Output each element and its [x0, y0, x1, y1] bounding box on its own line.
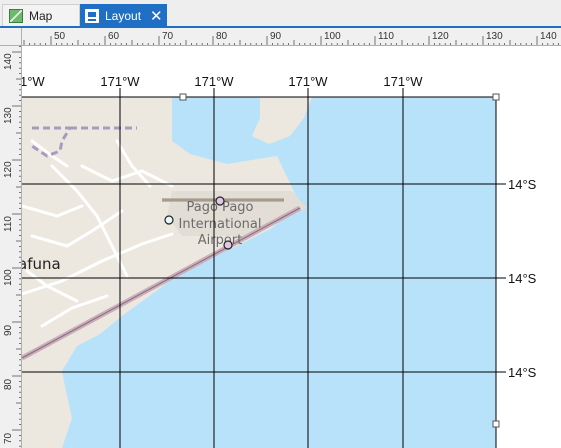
runway-point-marker[interactable]: [223, 240, 233, 250]
horizontal-ruler-label: 130: [486, 31, 503, 42]
vertical-ruler-label: 100: [3, 269, 14, 286]
graticule-right-label-1: 14°S: [508, 271, 537, 286]
horizontal-ruler-label: 80: [216, 31, 228, 42]
vertical-ruler-label: 70: [3, 432, 14, 444]
terminal-point-marker[interactable]: [164, 215, 174, 225]
town-label: afuna: [22, 255, 61, 273]
graticule-top-label-3: 171°W: [288, 74, 328, 89]
layout-tab-icon: [85, 9, 99, 23]
graticule-top-label-1: 171°W: [100, 74, 140, 89]
horizontal-ruler-label: 110: [378, 31, 394, 42]
graticule-top-label-4: 171°W: [383, 74, 423, 89]
tab-layout-label: Layout: [105, 9, 142, 23]
vertical-ruler-label: 140: [3, 53, 14, 70]
horizontal-ruler[interactable]: 50 60 70 80 90 100 110 120 130 140: [22, 28, 561, 46]
selection-handle-top-right[interactable]: [492, 93, 500, 101]
airport-label-line2: International: [179, 217, 262, 232]
tab-map-label: Map: [29, 8, 53, 23]
graticule-right-label-0: 14°S: [508, 177, 537, 192]
horizontal-ruler-label: 140: [540, 31, 557, 42]
document-tab-bar: Map Layout ✕: [0, 0, 561, 28]
layout-page-canvas[interactable]: Pago Pago International Airport afuna 1°…: [22, 46, 561, 448]
selection-handle-bottom-right[interactable]: [492, 420, 500, 428]
vertical-ruler-label: 110: [3, 216, 14, 232]
horizontal-ruler-label: 90: [270, 31, 282, 42]
map-frame[interactable]: Pago Pago International Airport afuna 1°…: [22, 46, 561, 448]
map-tab-icon: [9, 8, 23, 23]
vertical-ruler-label: 90: [3, 324, 14, 336]
vertical-ruler[interactable]: 140 130 120 110 100 90 80 70: [0, 46, 22, 448]
vertical-ruler-label: 120: [3, 161, 14, 178]
airport-point-marker[interactable]: [215, 196, 225, 206]
horizontal-ruler-label: 60: [108, 31, 120, 42]
graticule-top-label-2: 171°W: [194, 74, 234, 89]
horizontal-ruler-label: 70: [162, 31, 174, 42]
graticule-top-label-0: 1°W: [22, 74, 45, 89]
graticule-right-label-2: 14°S: [508, 365, 537, 380]
horizontal-ruler-label: 100: [324, 31, 341, 42]
ruler-corner: [0, 28, 22, 46]
vertical-ruler-label: 80: [3, 378, 14, 390]
tab-map[interactable]: Map: [2, 4, 80, 26]
vertical-ruler-label: 130: [3, 107, 14, 124]
tab-layout[interactable]: Layout ✕: [80, 4, 167, 28]
airport-label-line3: Airport: [198, 233, 243, 248]
horizontal-ruler-background: [22, 28, 561, 46]
app-window: Map Layout ✕ 50 60 70 80 90 100 110 120 130 140 1…: [0, 0, 561, 448]
horizontal-ruler-label: 120: [432, 31, 449, 42]
close-tab-icon[interactable]: ✕: [150, 9, 163, 24]
horizontal-ruler-label: 50: [54, 31, 66, 42]
selection-handle-top-center[interactable]: [179, 93, 187, 101]
